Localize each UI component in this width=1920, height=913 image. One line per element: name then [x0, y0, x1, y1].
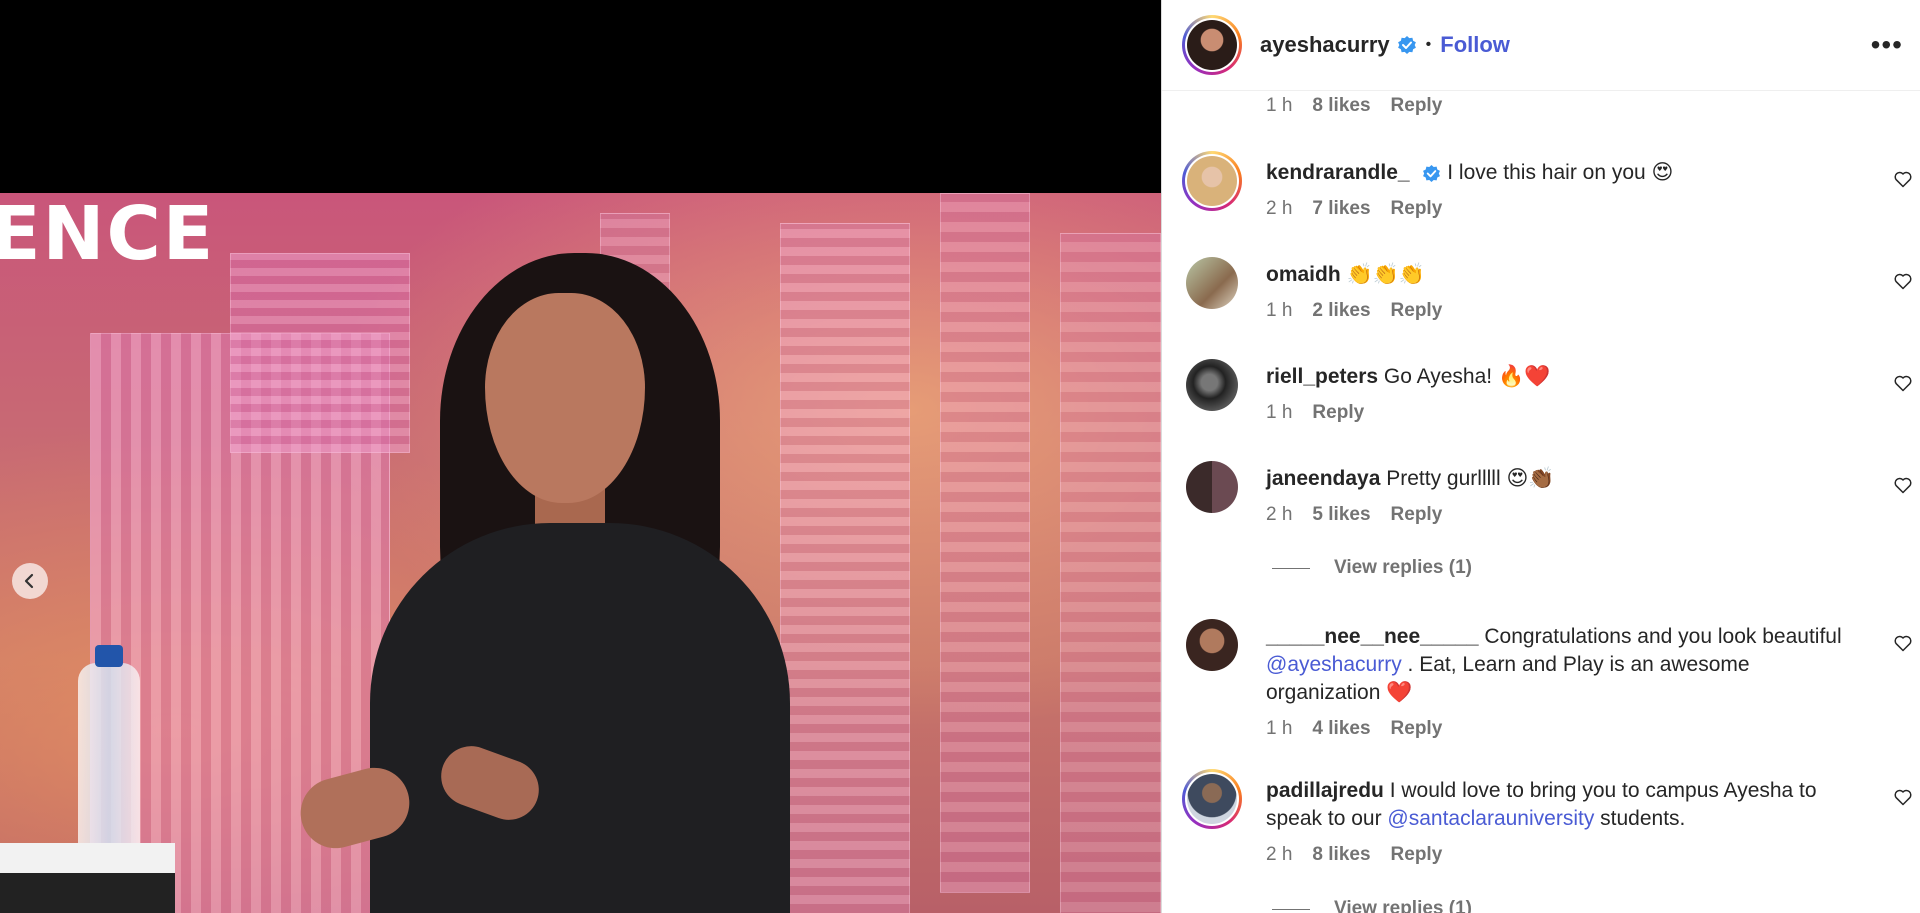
comment-text: 👏👏👏: [1346, 263, 1425, 286]
comment-time: 2 h: [1266, 844, 1293, 865]
commenter-username[interactable]: omaidh: [1266, 263, 1341, 286]
heart-outline-icon[interactable]: [1893, 169, 1913, 189]
separator-dot: •: [1425, 36, 1432, 53]
heart-outline-icon[interactable]: [1893, 373, 1913, 393]
reply-button[interactable]: Reply: [1391, 95, 1443, 117]
reply-button[interactable]: Reply: [1391, 504, 1443, 526]
heart-outline-icon[interactable]: [1893, 271, 1913, 291]
comment-text: students.: [1600, 807, 1686, 830]
replies-divider-line: [1272, 567, 1310, 569]
comment-time: 1 h: [1266, 402, 1293, 423]
comment-likes[interactable]: 2 likes: [1312, 300, 1370, 322]
author-username[interactable]: ayeshacurry: [1260, 32, 1390, 58]
comments-panel: ayeshacurry • Follow ••• 1 h 8 likes Rep…: [1161, 0, 1920, 913]
view-replies-label: View replies (1): [1334, 898, 1472, 913]
commenter-username[interactable]: _____nee__nee_____: [1266, 625, 1479, 648]
mention-link[interactable]: @ayeshacurry: [1266, 653, 1402, 676]
follow-button[interactable]: Follow: [1440, 32, 1510, 58]
comment-body: janeendaya Pretty gurlllll 😍👏🏾: [1266, 465, 1866, 493]
comment-text: I love this hair on you 😍: [1447, 161, 1674, 184]
commenter-username[interactable]: riell_peters: [1266, 365, 1378, 388]
reply-button[interactable]: Reply: [1391, 198, 1443, 220]
author-avatar[interactable]: [1182, 15, 1242, 75]
comment-time: 2 h: [1266, 198, 1293, 219]
comment-body: padillajredu I would love to bring you t…: [1266, 777, 1866, 833]
comment-time: 2 h: [1266, 504, 1293, 525]
mention-link[interactable]: @santaclarauniversity: [1387, 807, 1594, 830]
comment-body: omaidh 👏👏👏: [1266, 261, 1866, 289]
post-media: ENCE: [0, 0, 1161, 913]
comments-list: 1 h 8 likes Reply kendrarandle_ I love t…: [1162, 91, 1920, 913]
reply-button[interactable]: Reply: [1391, 300, 1443, 322]
heart-outline-icon[interactable]: [1893, 633, 1913, 653]
water-bottle-cap: [95, 645, 123, 667]
view-replies-label: View replies (1): [1334, 557, 1472, 578]
commenter-username[interactable]: padillajredu: [1266, 779, 1384, 802]
comment-time: 1 h: [1266, 300, 1293, 321]
post-photo: ENCE: [0, 193, 1161, 913]
commenter-username[interactable]: janeendaya: [1266, 467, 1380, 490]
commenter-avatar[interactable]: [1182, 457, 1242, 517]
heart-outline-icon[interactable]: [1893, 475, 1913, 495]
comment-likes[interactable]: 5 likes: [1312, 504, 1370, 526]
view-replies-button[interactable]: View replies (1): [1272, 557, 1472, 579]
heart-outline-icon[interactable]: [1893, 787, 1913, 807]
commenter-avatar[interactable]: [1182, 769, 1242, 829]
comment-likes[interactable]: 8 likes: [1312, 95, 1370, 117]
comment-meta: 2 h 7 likes Reply: [1266, 198, 1442, 220]
reply-button[interactable]: Reply: [1391, 844, 1443, 866]
side-table-base: [0, 873, 175, 913]
comment-text: Go Ayesha! 🔥❤️: [1383, 365, 1551, 388]
comment-likes[interactable]: 7 likes: [1312, 198, 1370, 220]
more-options-icon[interactable]: •••: [1871, 30, 1903, 60]
comment-time: 1 h: [1266, 718, 1293, 739]
comment-time: 1 h: [1266, 95, 1293, 116]
side-table: [0, 843, 175, 873]
commenter-avatar[interactable]: [1182, 151, 1242, 211]
commenter-avatar[interactable]: [1182, 355, 1242, 415]
post-header: ayeshacurry • Follow •••: [1162, 0, 1920, 91]
comment-body: kendrarandle_ I love this hair on you 😍: [1266, 159, 1866, 187]
comment-likes[interactable]: 4 likes: [1312, 718, 1370, 740]
comment-meta: 1 h 8 likes Reply: [1266, 95, 1442, 117]
speaker-jacket: [370, 523, 790, 913]
stage-sign-text: ENCE: [0, 193, 216, 277]
comment-meta: 2 h 5 likes Reply: [1266, 504, 1442, 526]
verified-badge-icon: [1397, 35, 1417, 55]
chevron-left-icon: [24, 573, 34, 589]
view-replies-button[interactable]: View replies (1): [1272, 898, 1472, 913]
speaker-figure: [280, 253, 900, 913]
reply-button[interactable]: Reply: [1391, 718, 1443, 740]
background-building: [940, 193, 1030, 893]
reply-button[interactable]: Reply: [1312, 402, 1364, 424]
water-bottle: [78, 663, 140, 853]
comment-body: riell_peters Go Ayesha! 🔥❤️: [1266, 363, 1866, 391]
comment-body: _____nee__nee_____ Congratulations and y…: [1266, 623, 1866, 707]
background-building: [1060, 233, 1161, 913]
comment-meta: 2 h 8 likes Reply: [1266, 844, 1442, 866]
comment-meta: 1 h Reply: [1266, 402, 1364, 424]
comment-text: Pretty gurlllll 😍👏🏾: [1386, 467, 1555, 490]
comment-text: Congratulations and you look beautiful: [1484, 625, 1842, 648]
comment-meta: 1 h 2 likes Reply: [1266, 300, 1442, 322]
replies-divider-line: [1272, 908, 1310, 910]
commenter-avatar[interactable]: [1182, 615, 1242, 675]
commenter-username[interactable]: kendrarandle_: [1266, 161, 1410, 184]
commenter-avatar[interactable]: [1182, 253, 1242, 313]
verified-badge-icon: [1422, 164, 1441, 183]
previous-media-button[interactable]: [12, 563, 48, 599]
comment-meta: 1 h 4 likes Reply: [1266, 718, 1442, 740]
comment-likes[interactable]: 8 likes: [1312, 844, 1370, 866]
